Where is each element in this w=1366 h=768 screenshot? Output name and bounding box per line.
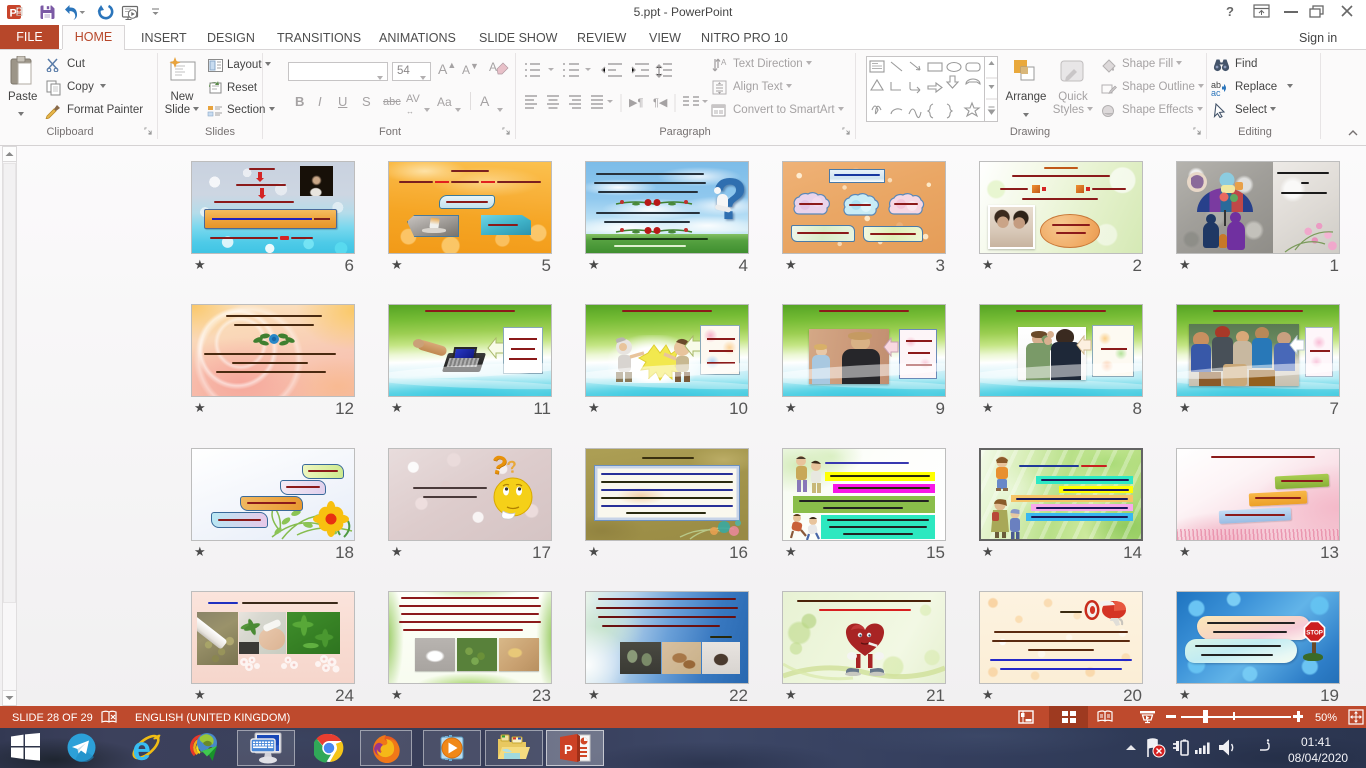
svg-text:e: e bbox=[133, 730, 151, 766]
svg-text:P: P bbox=[564, 742, 573, 757]
svg-text:P: P bbox=[10, 8, 17, 20]
svg-text:▶¶: ▶¶ bbox=[629, 97, 643, 109]
svg-text:STOP: STOP bbox=[1306, 630, 1323, 637]
svg-text:A: A bbox=[721, 58, 727, 67]
svg-text:A: A bbox=[489, 60, 497, 74]
svg-text:ac: ac bbox=[1211, 88, 1221, 97]
svg-text:¶◀: ¶◀ bbox=[653, 97, 668, 109]
